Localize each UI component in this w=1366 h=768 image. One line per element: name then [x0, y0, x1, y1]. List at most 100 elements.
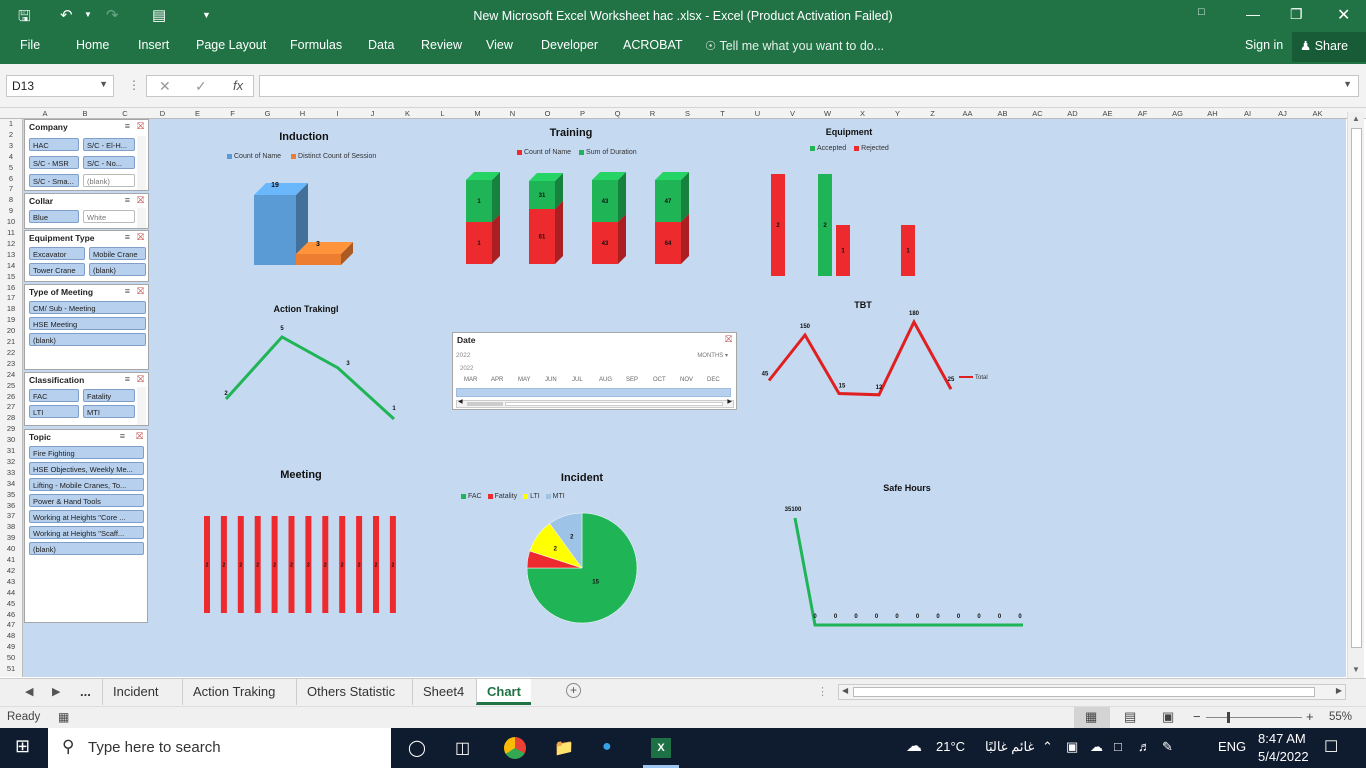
row-header[interactable]: 49: [0, 642, 22, 651]
enter-icon[interactable]: ✓: [195, 78, 207, 95]
tab-data[interactable]: Data: [368, 38, 394, 52]
column-header[interactable]: AF: [1125, 109, 1160, 118]
column-header[interactable]: B: [65, 109, 105, 118]
horizontal-scroll-thumb[interactable]: [853, 687, 1315, 697]
scroll-down-icon[interactable]: ▼: [1352, 665, 1360, 674]
row-header[interactable]: 41: [0, 555, 22, 564]
restore-button[interactable]: ❐: [1290, 6, 1303, 23]
column-header[interactable]: AA: [950, 109, 985, 118]
tab-home[interactable]: Home: [76, 38, 109, 52]
row-header[interactable]: 17: [0, 293, 22, 302]
row-header[interactable]: 36: [0, 501, 22, 510]
row-header[interactable]: 9: [0, 206, 22, 215]
column-header[interactable]: N: [495, 109, 530, 118]
tab-developer[interactable]: Developer: [541, 38, 598, 52]
column-header[interactable]: V: [775, 109, 810, 118]
row-header[interactable]: 43: [0, 577, 22, 586]
column-header[interactable]: AD: [1055, 109, 1090, 118]
sheet-tab-chart[interactable]: Chart: [476, 679, 531, 705]
share-button[interactable]: ♟ Share: [1292, 32, 1366, 62]
zoom-slider-thumb[interactable]: [1227, 712, 1230, 723]
column-header[interactable]: W: [810, 109, 845, 118]
sign-in-link[interactable]: Sign in: [1245, 38, 1283, 52]
column-header[interactable]: AH: [1195, 109, 1230, 118]
column-header[interactable]: P: [565, 109, 600, 118]
column-header[interactable]: AC: [1020, 109, 1055, 118]
sheet-tab-incident[interactable]: Incident: [102, 679, 169, 705]
file-explorer-icon[interactable]: 📁: [554, 738, 574, 758]
clock-date[interactable]: 5/4/2022: [1258, 749, 1309, 764]
chrome-icon[interactable]: [504, 737, 526, 759]
row-header[interactable]: 5: [0, 163, 22, 172]
row-header[interactable]: 11: [0, 228, 22, 237]
column-header[interactable]: E: [180, 109, 215, 118]
sheet-tab-others-statistic[interactable]: Others Statistic: [296, 679, 405, 705]
column-header[interactable]: L: [425, 109, 460, 118]
column-header[interactable]: AB: [985, 109, 1020, 118]
row-header[interactable]: 40: [0, 544, 22, 553]
tab-file[interactable]: File: [20, 38, 40, 52]
column-header[interactable]: D: [145, 109, 180, 118]
row-header[interactable]: 50: [0, 653, 22, 662]
tab-page-layout[interactable]: Page Layout: [196, 38, 266, 52]
cortana-icon[interactable]: ◯: [408, 738, 426, 758]
row-header[interactable]: 20: [0, 326, 22, 335]
row-header[interactable]: 25: [0, 381, 22, 390]
add-sheet-icon[interactable]: +: [566, 683, 581, 698]
sheet-tab-action-traking[interactable]: Action Traking: [182, 679, 285, 705]
row-header[interactable]: 46: [0, 610, 22, 619]
row-header[interactable]: 35: [0, 490, 22, 499]
column-header[interactable]: A: [25, 109, 65, 118]
language-indicator[interactable]: ENG: [1218, 739, 1246, 754]
excel-icon[interactable]: X: [651, 738, 671, 758]
onedrive-icon[interactable]: ☁: [1090, 739, 1103, 755]
row-header[interactable]: 19: [0, 315, 22, 324]
column-header[interactable]: M: [460, 109, 495, 118]
prev-sheet-icon[interactable]: ◀: [25, 685, 33, 698]
scroll-right-icon[interactable]: ▶: [1336, 686, 1342, 695]
row-header[interactable]: 44: [0, 588, 22, 597]
row-header[interactable]: 13: [0, 250, 22, 259]
column-header[interactable]: F: [215, 109, 250, 118]
tab-insert[interactable]: Insert: [138, 38, 169, 52]
worksheet-grid[interactable]: Company ≡ ⛝ HAC S/C - El-H... S/C - MSR …: [23, 119, 1346, 677]
row-header[interactable]: 32: [0, 457, 22, 466]
page-break-view-icon[interactable]: ▣: [1162, 709, 1174, 725]
windows-start-icon[interactable]: ⊞: [15, 736, 30, 757]
column-header[interactable]: X: [845, 109, 880, 118]
vertical-scroll-thumb[interactable]: [1351, 128, 1362, 648]
row-header[interactable]: 33: [0, 468, 22, 477]
row-header[interactable]: 37: [0, 511, 22, 520]
row-header[interactable]: 42: [0, 566, 22, 575]
column-header[interactable]: H: [285, 109, 320, 118]
tab-formulas[interactable]: Formulas: [290, 38, 342, 52]
column-header[interactable]: J: [355, 109, 390, 118]
row-header[interactable]: 48: [0, 631, 22, 640]
row-header[interactable]: 47: [0, 620, 22, 629]
row-header[interactable]: 14: [0, 261, 22, 270]
row-header[interactable]: 18: [0, 304, 22, 313]
column-header[interactable]: AK: [1300, 109, 1335, 118]
tab-review[interactable]: Review: [421, 38, 462, 52]
macro-record-icon[interactable]: ▦: [58, 710, 69, 724]
row-header[interactable]: 23: [0, 359, 22, 368]
next-sheet-icon[interactable]: ▶: [52, 685, 60, 698]
column-header[interactable]: AI: [1230, 109, 1265, 118]
row-header[interactable]: 39: [0, 533, 22, 542]
row-header[interactable]: 6: [0, 174, 22, 183]
tab-acrobat[interactable]: ACROBAT: [623, 38, 683, 52]
zoom-slider[interactable]: [1206, 717, 1302, 718]
clock-time[interactable]: 8:47 AM: [1258, 731, 1306, 746]
zoom-in-icon[interactable]: +: [1306, 709, 1314, 724]
column-header[interactable]: I: [320, 109, 355, 118]
sheet-tab-sheet4[interactable]: Sheet4: [412, 679, 474, 705]
row-header[interactable]: 24: [0, 370, 22, 379]
chevron-up-icon[interactable]: ⌃: [1042, 739, 1053, 755]
row-header[interactable]: 3: [0, 141, 22, 150]
row-header[interactable]: 12: [0, 239, 22, 248]
task-view-icon[interactable]: ◫: [455, 738, 470, 758]
taskbar-search[interactable]: ⚲ Type here to search: [48, 728, 391, 768]
speaker-icon[interactable]: ♬: [1138, 739, 1151, 754]
row-header[interactable]: 7: [0, 184, 22, 193]
close-button[interactable]: ✕: [1337, 5, 1350, 25]
